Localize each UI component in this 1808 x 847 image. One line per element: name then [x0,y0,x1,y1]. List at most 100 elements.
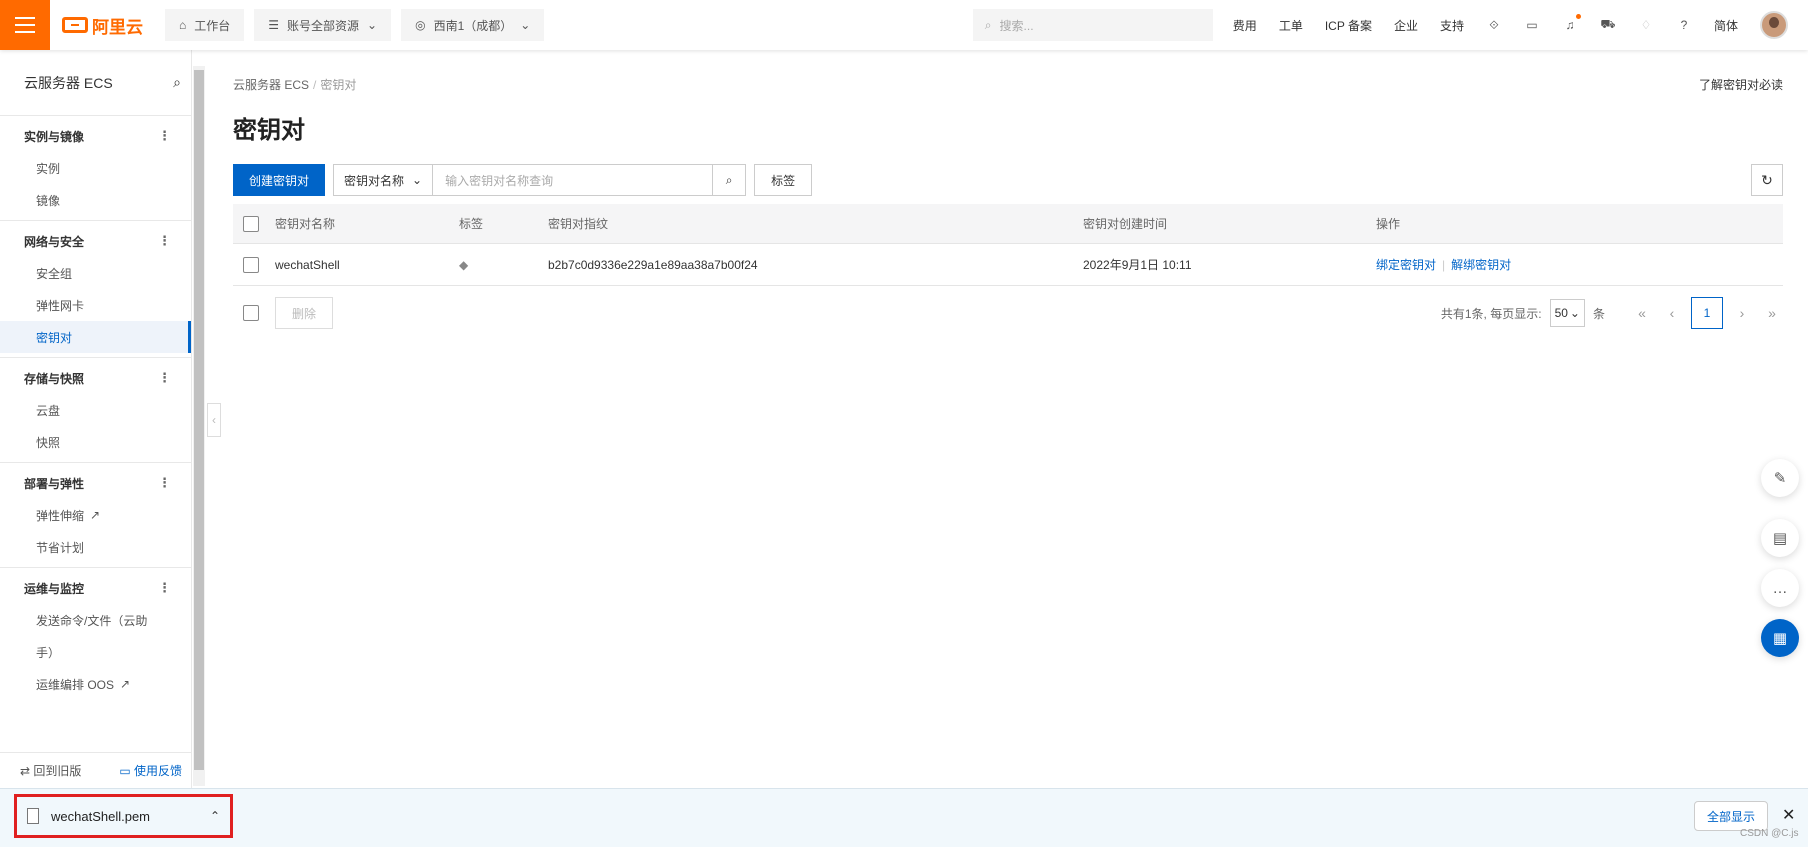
lightbulb-icon[interactable]: ♢ [1638,17,1654,33]
page-size-unit: 条 [1592,306,1605,321]
nav-link-billing[interactable]: 费用 [1233,17,1257,34]
close-icon[interactable]: ✕ [1782,805,1795,825]
breadcrumb-ecs[interactable]: 云服务器 ECS [233,78,309,92]
sidebar-group-header[interactable]: 实例与镜像 ⋮ [0,120,191,152]
chevron-down-icon: ⌄ [367,18,378,32]
sidebar-group-network: 网络与安全 ⋮ 安全组 弹性网卡 密钥对 [0,221,191,358]
current-page-button[interactable]: 1 [1691,297,1723,329]
sidebar-footer: ⇄ 回到旧版 ▭ 使用反馈 [0,752,192,788]
tag-filter-button[interactable]: 标签 [754,164,813,196]
resource-scope-dropdown[interactable]: ☰ 账号全部资源 ⌄ [254,9,392,41]
last-page-icon[interactable]: » [1761,305,1783,321]
key-pair-table: 密钥对名称 标签 密钥对指纹 密钥对创建时间 操作 wechatShell ◆ … [233,204,1783,286]
apps-grid-icon[interactable]: ▦ [1761,619,1799,657]
sidebar-item-disks[interactable]: 云盘 [0,394,191,426]
group-label: 实例与镜像 [24,129,85,144]
region-dropdown[interactable]: ◎ 西南1（成都） ⌄ [401,9,545,41]
sidebar-group-header[interactable]: 部署与弹性 ⋮ [0,467,191,499]
pagination: 共有1条, 每页显示: 50 ⌄ 条 « ‹ 1 › » [1441,297,1783,329]
chevron-up-icon[interactable]: ⌃ [210,809,220,823]
sidebar-item-images[interactable]: 镜像 [0,184,191,216]
nav-link-ticket[interactable]: 工单 [1279,17,1303,34]
nav-link-support[interactable]: 支持 [1440,17,1464,34]
key-pair-help-link[interactable]: 了解密钥对必读 [1699,76,1783,93]
home-icon: ⌂ [179,18,187,32]
cart-icon[interactable]: ⛟ [1600,17,1616,33]
edit-note-icon[interactable]: ✎ [1761,459,1799,497]
prev-page-icon[interactable]: ‹ [1661,305,1683,321]
chevron-down-icon: ⌄ [520,18,531,32]
global-search-input[interactable]: ⌕ 搜索... [972,9,1213,41]
search-icon[interactable]: ⌕ [173,74,181,91]
group-label: 存储与快照 [24,371,85,386]
chat-icon[interactable]: … [1761,569,1799,607]
sidebar-item-eni[interactable]: 弹性网卡 [0,289,191,321]
create-key-pair-button[interactable]: 创建密钥对 [233,164,326,196]
sidebar-item-snapshots[interactable]: 快照 [0,426,191,458]
watermark: CSDN @C.js [1740,828,1799,839]
more-vertical-icon[interactable]: ⋮ [158,475,171,491]
sidebar-item-oos[interactable]: 运维编排 OOS ↗ [0,668,191,700]
avatar[interactable] [1760,11,1788,39]
sidebar-group-header[interactable]: 运维与监控 ⋮ [0,572,191,604]
more-vertical-icon[interactable]: ⋮ [158,233,171,249]
search-icon: ⌕ [984,17,992,32]
next-page-icon[interactable]: › [1731,305,1753,321]
sidebar-item-auto-scaling[interactable]: 弹性伸缩 ↗ [0,499,191,531]
file-icon [27,808,39,824]
terminal-icon[interactable]: ▭ [1524,17,1540,33]
sidebar-group-header[interactable]: 网络与安全 ⋮ [0,225,191,257]
scrollbar-thumb[interactable] [194,70,204,770]
sidebar-group-storage: 存储与快照 ⋮ 云盘 快照 [0,358,191,463]
tag-icon[interactable]: ◆ [459,258,468,272]
workbench-button[interactable]: ⌂ 工作台 [165,9,245,41]
pager-summary: 共有1条, 每页显示: [1440,306,1542,321]
collapse-sidebar-button[interactable]: ‹ [207,403,221,437]
refresh-button[interactable]: ↻ [1751,164,1783,196]
sidebar-item-security-groups[interactable]: 安全组 [0,257,191,289]
sidebar-header: 云服务器 ECS ⌕ [0,50,191,116]
select-all-checkbox[interactable] [243,215,259,232]
nav-link-icp[interactable]: ICP 备案 [1325,17,1372,34]
page-size-select[interactable]: 50 ⌄ [1549,299,1585,327]
nav-link-enterprise[interactable]: 企业 [1394,17,1418,34]
footer-select-all-checkbox[interactable] [243,305,259,321]
sidebar-group-instances: 实例与镜像 ⋮ 实例 镜像 [0,116,191,221]
row-checkbox[interactable] [243,256,259,273]
back-to-old-version-link[interactable]: ⇄ 回到旧版 [20,762,81,779]
bind-key-pair-link[interactable]: 绑定密钥对 [1376,258,1436,272]
page-title: 密钥对 [233,117,305,144]
sidebar-item-instances[interactable]: 实例 [0,152,191,184]
delete-button[interactable]: 删除 [275,297,334,329]
brand-logo[interactable]: 阿里云 [62,13,143,38]
download-item[interactable]: wechatShell.pem ⌃ [14,794,233,838]
bell-icon[interactable]: ♫ [1562,14,1581,33]
feedback-link[interactable]: ▭ 使用反馈 [119,762,182,779]
more-vertical-icon[interactable]: ⋮ [158,128,171,144]
more-vertical-icon[interactable]: ⋮ [158,580,171,596]
show-all-downloads-button[interactable]: 全部显示 [1694,801,1769,831]
language-switch[interactable]: 简体 [1714,17,1738,34]
first-page-icon[interactable]: « [1631,305,1653,321]
resource-scope-label: 账号全部资源 [287,18,360,33]
sidebar-item-key-pairs[interactable]: 密钥对 [0,321,191,353]
sidebar-item-savings-plan[interactable]: 节省计划 [0,531,191,563]
sidebar-group-deployment: 部署与弹性 ⋮ 弹性伸缩 ↗ 节省计划 [0,463,191,568]
unbind-key-pair-link[interactable]: 解绑密钥对 [1451,258,1511,272]
hamburger-menu-button[interactable] [0,0,50,50]
key-pair-search-input[interactable]: 输入密钥对名称查询 [433,164,714,196]
stack-icon: ☰ [268,18,280,32]
more-vertical-icon[interactable]: ⋮ [158,370,171,386]
search-button[interactable]: ⌕ [713,164,747,196]
sidebar-item-send-command-cont[interactable]: 手） [0,636,191,668]
toolbar: 创建密钥对 密钥对名称 ⌄ 输入密钥对名称查询 ⌕ 标签 ↻ [233,164,1783,196]
docs-icon[interactable]: ▤ [1761,519,1799,557]
sidebar-group-header[interactable]: 存储与快照 ⋮ [0,362,191,394]
help-icon[interactable]: ? [1676,17,1692,33]
filter-field-select[interactable]: 密钥对名称 ⌄ [333,164,434,196]
sidebar-item-send-command[interactable]: 发送命令/文件（云助 [0,604,191,636]
code-icon[interactable]: ⟐ [1486,17,1502,33]
feedback-label: 使用反馈 [133,764,182,778]
brand-name: 阿里云 [92,17,143,37]
sidebar-scrollbar[interactable] [193,66,205,786]
